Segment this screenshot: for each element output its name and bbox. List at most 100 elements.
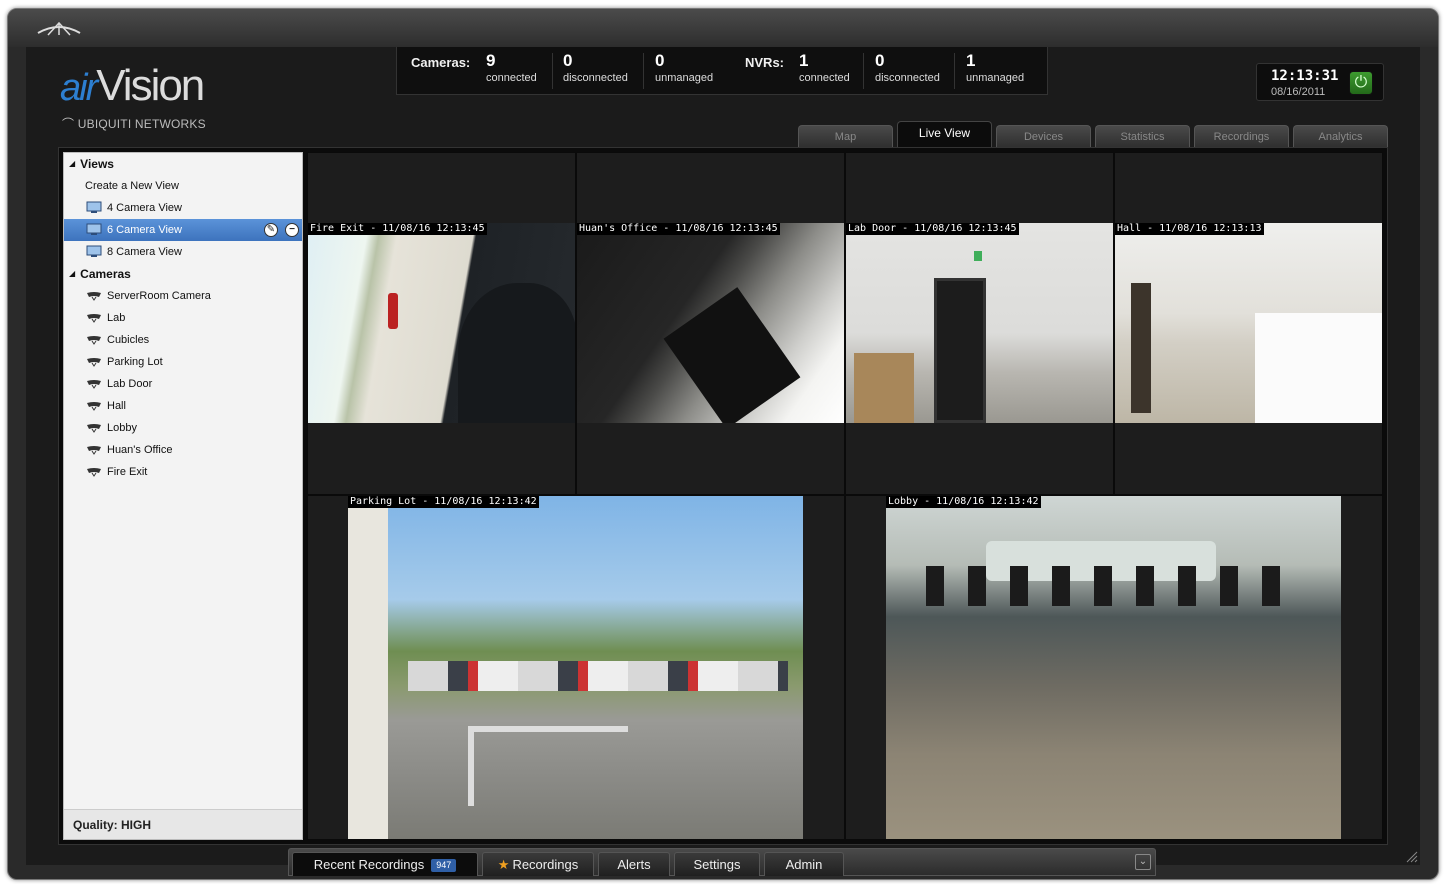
camera-grid: Fire Exit - 11/08/16 12:13:45 Huan's Off… — [307, 152, 1383, 840]
cameras-disconnected: 0 disconnected — [563, 51, 628, 84]
nvrs-label: NVRs: — [745, 55, 785, 70]
camera-cell-lobby[interactable]: Lobby - 11/08/16 12:13:42 — [845, 495, 1383, 840]
collapse-triangle-icon: ◢ — [69, 269, 76, 278]
camera-item[interactable]: Lab Door — [64, 373, 302, 395]
camera-cell-parking-lot[interactable]: Parking Lot - 11/08/16 12:13:42 — [307, 495, 845, 840]
views-header[interactable]: ◢ Views — [69, 157, 114, 171]
fire-extinguisher — [388, 293, 398, 329]
feed-caption: Lab Door - 11/08/16 12:13:45 — [846, 223, 1019, 235]
nvrs-disconnected: 0 disconnected — [875, 51, 940, 84]
railing — [468, 726, 628, 806]
camera-icon — [87, 292, 101, 301]
tab-map[interactable]: Map — [798, 125, 893, 147]
monitor-icon — [86, 223, 102, 235]
camera-item-label: Lab — [107, 312, 126, 324]
camera-icon — [87, 468, 101, 477]
camera-item[interactable]: Cubicles — [64, 329, 302, 351]
camera-cell-huans-office[interactable]: Huan's Office - 11/08/16 12:13:45 — [576, 152, 845, 495]
camera-item[interactable]: ServerRoom Camera — [64, 285, 302, 307]
recent-count-badge: 947 — [431, 859, 457, 872]
view-item-4-camera[interactable]: 4 Camera View — [64, 197, 302, 219]
monitor-icon — [86, 245, 102, 257]
nvrs-connected: 1 connected — [799, 51, 850, 84]
edit-view-icon[interactable]: ✎ — [264, 223, 278, 237]
camera-cell-lab-door[interactable]: Lab Door - 11/08/16 12:13:45 — [845, 152, 1114, 495]
nvrs-unmanaged: 1 unmanaged — [966, 51, 1025, 84]
camera-item-label: Huan's Office — [107, 444, 173, 456]
door-shape — [934, 278, 986, 423]
ubiquiti-logo-icon — [37, 21, 81, 36]
tab-live-view[interactable]: Live View — [897, 121, 992, 147]
ubiquiti-wing-icon: ⌒ — [62, 117, 75, 131]
camera-icon — [87, 314, 101, 323]
camera-item[interactable]: Fire Exit — [64, 461, 302, 483]
tab-analytics[interactable]: Analytics — [1293, 125, 1388, 147]
tab-statistics[interactable]: Statistics — [1095, 125, 1190, 147]
camera-feed-lobby: Lobby - 11/08/16 12:13:42 — [886, 496, 1341, 839]
camera-icon — [87, 424, 101, 433]
power-icon[interactable]: ⏻ — [1349, 71, 1373, 95]
chevron-down-icon[interactable]: ⌄ — [1135, 854, 1151, 870]
camera-item[interactable]: Lab — [64, 307, 302, 329]
cameras-unmanaged: 0 unmanaged — [655, 51, 714, 84]
camera-icon — [87, 380, 101, 389]
camera-icon — [87, 358, 101, 367]
camera-cell-hall[interactable]: Hall - 11/08/16 12:13:13 — [1114, 152, 1383, 495]
monitor-icon — [86, 201, 102, 213]
view-item-8-camera[interactable]: 8 Camera View — [64, 241, 302, 263]
clock-date: 08/16/2011 — [1271, 86, 1326, 98]
camera-item-label: Parking Lot — [107, 356, 163, 368]
cameras-connected: 9 connected — [486, 51, 537, 84]
camera-item-label: Lobby — [107, 422, 137, 434]
camera-feed-huans-office: Huan's Office - 11/08/16 12:13:45 — [577, 223, 844, 423]
camera-icon — [87, 402, 101, 411]
exit-sign — [974, 251, 982, 261]
camera-item[interactable]: Huan's Office — [64, 439, 302, 461]
settings-button[interactable]: Settings — [674, 852, 760, 876]
star-icon: ★ — [497, 857, 510, 872]
camera-item-label: Hall — [107, 400, 126, 412]
cameras-header[interactable]: ◢ Cameras — [69, 267, 131, 281]
remove-view-icon[interactable]: − — [285, 223, 299, 237]
feed-caption: Parking Lot - 11/08/16 12:13:42 — [348, 496, 539, 508]
camera-feed-lab-door: Lab Door - 11/08/16 12:13:45 — [846, 223, 1113, 423]
live-view-content: ◢ Views Create a New View 4 Camera View 6… — [58, 147, 1388, 845]
view-item-6-camera[interactable]: 6 Camera View ✎ − — [64, 219, 302, 241]
recent-recordings-button[interactable]: Recent Recordings 947 — [292, 852, 478, 876]
feed-caption: Huan's Office - 11/08/16 12:13:45 — [577, 223, 780, 235]
recordings-button[interactable]: ★ Recordings — [482, 852, 594, 876]
app-window: airVision ⌒ UBIQUITI NETWORKS Cameras: 9… — [7, 8, 1439, 880]
tab-devices[interactable]: Devices — [996, 125, 1091, 147]
camera-item[interactable]: Lobby — [64, 417, 302, 439]
app-area: airVision ⌒ UBIQUITI NETWORKS Cameras: 9… — [26, 47, 1420, 876]
admin-button[interactable]: Admin — [764, 852, 844, 876]
chairs-row — [926, 566, 1286, 606]
create-view-item[interactable]: Create a New View — [64, 175, 302, 197]
camera-item[interactable]: Parking Lot — [64, 351, 302, 373]
airvision-logo: airVision ⌒ UBIQUITI NETWORKS — [60, 61, 206, 131]
quality-indicator[interactable]: Quality: HIGH — [64, 809, 302, 839]
camera-feed-hall: Hall - 11/08/16 12:13:13 — [1115, 223, 1382, 423]
alerts-button[interactable]: Alerts — [598, 852, 670, 876]
camera-item[interactable]: Hall — [64, 395, 302, 417]
camera-icon — [87, 446, 101, 455]
camera-cell-fire-exit[interactable]: Fire Exit - 11/08/16 12:13:45 — [307, 152, 576, 495]
desk-object — [663, 287, 801, 423]
resize-grip-icon[interactable] — [1406, 851, 1418, 863]
camera-icon — [87, 336, 101, 345]
camera-item-label: ServerRoom Camera — [107, 290, 211, 302]
feed-caption: Lobby - 11/08/16 12:13:42 — [886, 496, 1041, 508]
tab-recordings[interactable]: Recordings — [1194, 125, 1289, 147]
chair-shape — [458, 283, 575, 423]
white-partition — [1255, 313, 1382, 423]
parked-cars — [408, 661, 788, 691]
feed-caption: Hall - 11/08/16 12:13:13 — [1115, 223, 1264, 235]
camera-item-label: Fire Exit — [107, 466, 148, 478]
camera-item-label: Lab Door — [107, 378, 153, 390]
feed-caption: Fire Exit - 11/08/16 12:13:45 — [308, 223, 487, 235]
hall-door — [1131, 283, 1151, 413]
bottom-toolbar: Recent Recordings 947 ★ Recordings Alerts … — [288, 848, 1156, 876]
boxes-shape — [854, 353, 914, 423]
status-summary: Cameras: 9 connected 0 disconnected 0 unman… — [396, 47, 1048, 95]
clock-time: 12:13:31 — [1271, 68, 1339, 84]
